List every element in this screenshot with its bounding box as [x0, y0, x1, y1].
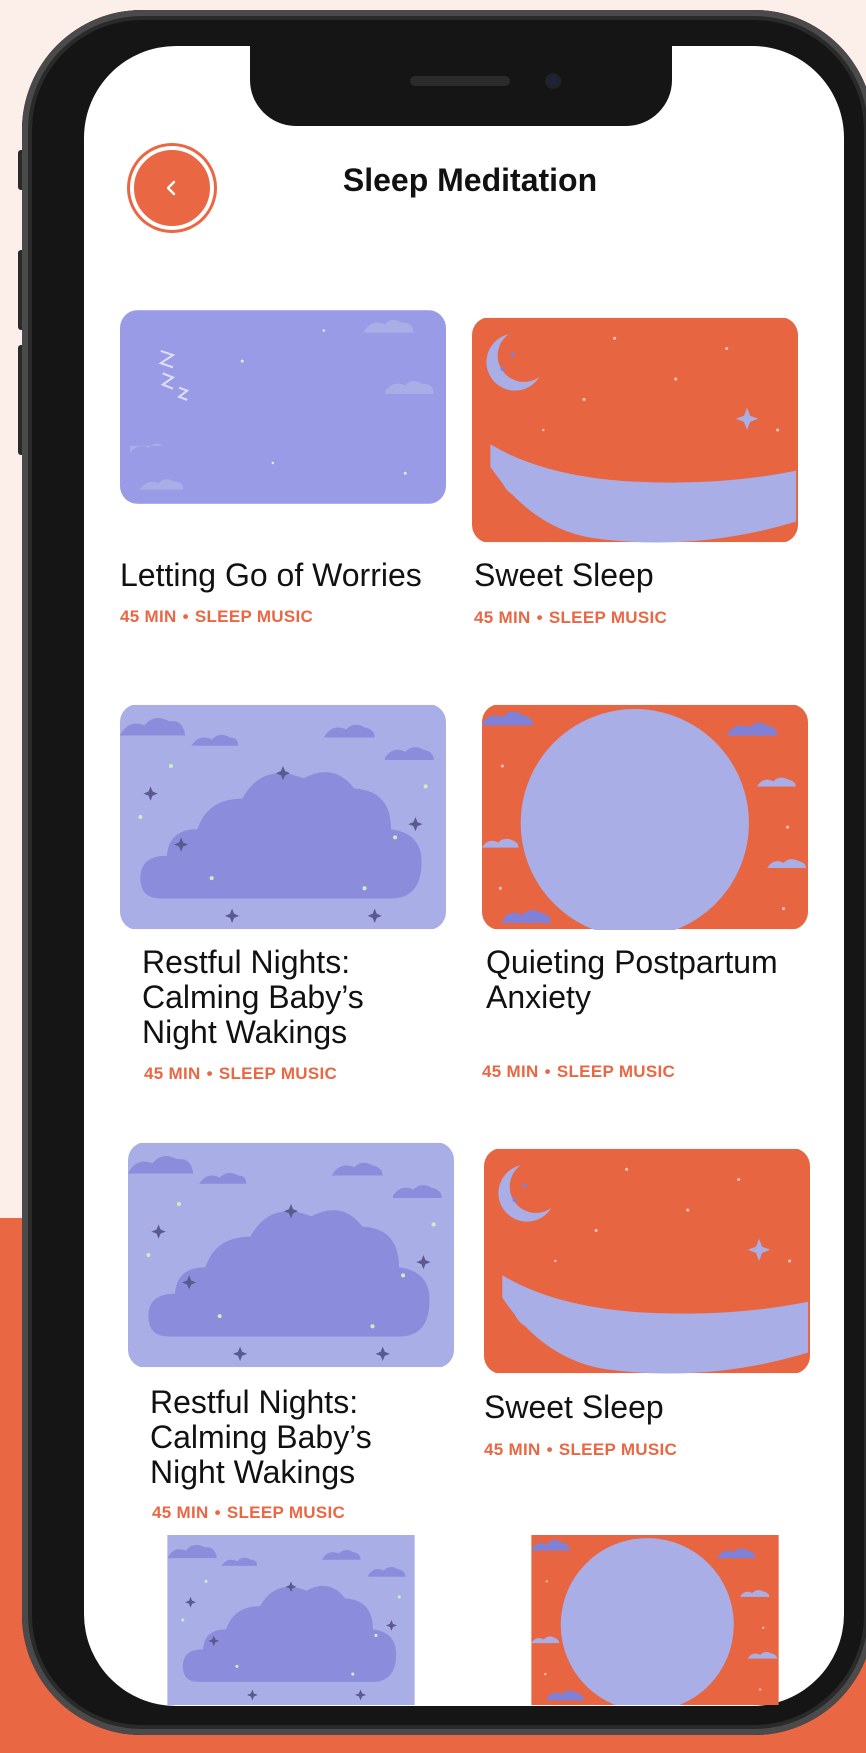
duration-label: 45 MIN — [152, 1503, 209, 1522]
phone-notch — [250, 46, 672, 126]
card-thumbnail[interactable] — [128, 1142, 454, 1368]
cloud-illustration — [128, 1535, 454, 1705]
card-meta: 45 MIN • SLEEP MUSIC — [484, 1440, 677, 1460]
cloud-illustration — [128, 1142, 454, 1368]
cloud-illustration — [120, 704, 446, 930]
card-title[interactable]: Restful Nights: Calming Baby’s Night Wak… — [142, 945, 442, 1050]
page-title: Sleep Meditation — [342, 162, 598, 198]
card-thumbnail[interactable] — [482, 704, 808, 930]
card-thumbnail-partial[interactable] — [492, 1535, 818, 1705]
card-title[interactable]: Quieting Postpartum Anxiety — [486, 945, 786, 1015]
duration-label: 45 MIN — [144, 1064, 201, 1083]
card-title[interactable]: Sweet Sleep — [474, 558, 654, 593]
back-button[interactable] — [130, 146, 214, 230]
card-title[interactable]: Restful Nights: Calming Baby’s Night Wak… — [150, 1385, 450, 1490]
category-label: SLEEP MUSIC — [558, 1440, 678, 1459]
card-title[interactable]: Letting Go of Worries — [120, 558, 422, 593]
card-meta: 45 MIN • SLEEP MUSIC — [152, 1503, 345, 1523]
card-title[interactable]: Sweet Sleep — [484, 1390, 664, 1425]
card-thumbnail[interactable] — [484, 1148, 810, 1374]
card-thumbnail[interactable] — [120, 310, 446, 504]
category-label: SLEEP MUSIC — [548, 608, 668, 627]
separator-dot: • — [536, 608, 543, 627]
duration-label: 45 MIN — [482, 1062, 539, 1081]
category-label: SLEEP MUSIC — [194, 607, 314, 626]
card-thumbnail-partial[interactable] — [128, 1535, 454, 1705]
category-label: SLEEP MUSIC — [218, 1064, 338, 1083]
card-meta: 45 MIN • SLEEP MUSIC — [120, 607, 313, 627]
big-moon-illustration — [482, 704, 808, 930]
card-meta: 45 MIN • SLEEP MUSIC — [144, 1064, 337, 1084]
separator-dot: • — [546, 1440, 553, 1459]
chevron-left-icon — [166, 180, 176, 196]
speaker-grille — [410, 76, 510, 86]
card-meta: 45 MIN • SLEEP MUSIC — [482, 1062, 675, 1082]
moon-branch-illustration — [484, 1148, 810, 1374]
separator-dot: • — [206, 1064, 213, 1083]
card-thumbnail[interactable] — [472, 317, 798, 543]
category-label: SLEEP MUSIC — [556, 1062, 676, 1081]
card-thumbnail[interactable] — [120, 704, 446, 930]
card-meta: 45 MIN • SLEEP MUSIC — [474, 608, 667, 628]
separator-dot: • — [544, 1062, 551, 1081]
moon-branch-illustration — [472, 317, 798, 543]
duration-label: 45 MIN — [474, 608, 531, 627]
duration-label: 45 MIN — [484, 1440, 541, 1459]
separator-dot: • — [182, 607, 189, 626]
separator-dot: • — [214, 1503, 221, 1522]
category-label: SLEEP MUSIC — [226, 1503, 346, 1522]
front-camera — [545, 73, 561, 89]
sleeping-zzz-illustration — [120, 310, 446, 504]
big-moon-illustration — [492, 1535, 818, 1705]
duration-label: 45 MIN — [120, 607, 177, 626]
